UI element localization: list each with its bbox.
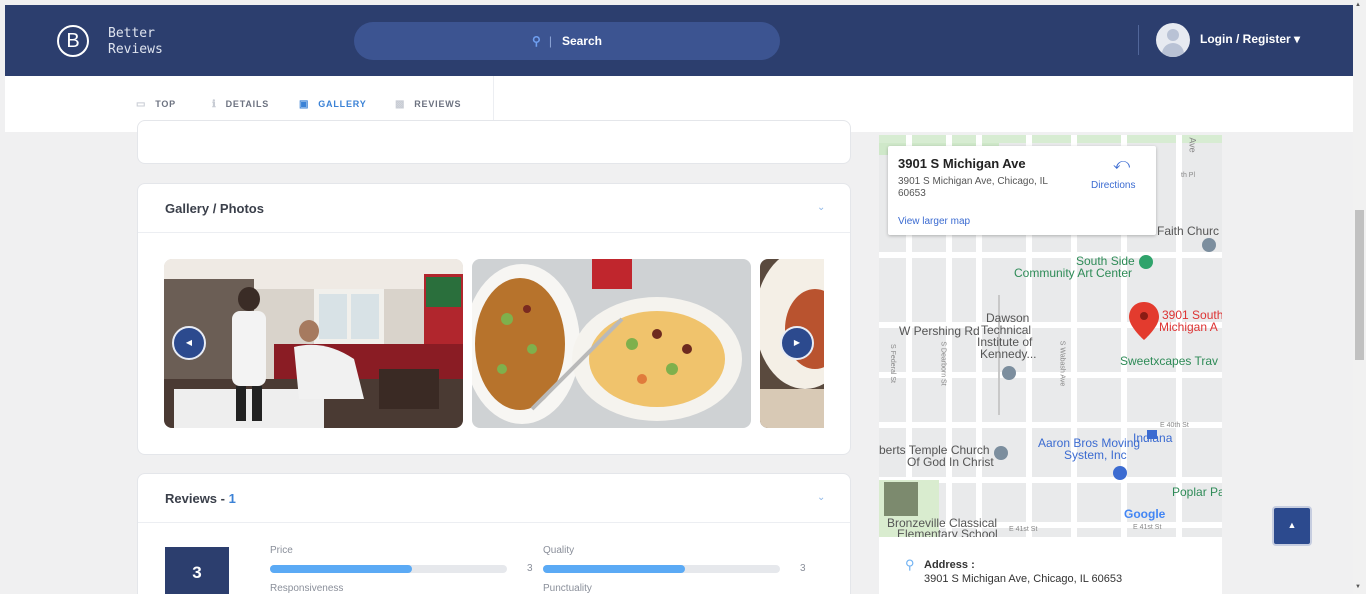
location-map[interactable]: Faith Churc South Side Community Art Cen… [879,135,1222,537]
address-panel: ⚲ Address : 3901 S Michigan Ave, Chicago… [879,537,1222,594]
gallery-prev-button[interactable]: ◀ [172,326,206,360]
map-label-bronze-2: Elementary School [897,527,998,537]
map-place-card: 3901 S Michigan Ave 3901 S Michigan Ave,… [888,146,1156,235]
chat-icon: ▩ [395,98,406,110]
address-label: Address : [924,559,975,571]
photo-restaurant-image [164,259,463,428]
chevron-down-icon[interactable]: ⌄ [817,492,825,503]
gallery-photo-partial[interactable]: ▶ [760,259,824,428]
map-label-poplar: Poplar Pa [1172,485,1222,499]
gallery-photo-restaurant-interior[interactable]: ◀ [164,259,463,428]
criteria-quality-bar [543,565,780,573]
map-label-e40: E 40th St [1160,422,1189,429]
reviews-card: Reviews - 1 ⌄ [137,473,851,594]
map-place-title: 3901 S Michigan Ave [898,156,1026,171]
criteria-quality-label: Quality [543,545,575,556]
reviews-title: Reviews - 1 [165,491,236,506]
user-avatar[interactable] [1156,23,1190,57]
search-label: Search [561,34,602,48]
search-separator: | [548,34,552,48]
google-logo[interactable]: Google [1124,508,1165,520]
map-label-aaron-2: System, Inc [1064,448,1127,462]
info-icon: ℹ [212,98,217,110]
logo-text[interactable]: Better Reviews [108,26,163,58]
scroll-up-arrow-icon[interactable]: ▲ [1355,2,1361,8]
map-label-ave: Ave [1187,137,1198,153]
criteria-price-label: Price [270,545,293,556]
map-label-dearborn: S Dearborn St [939,341,947,386]
map-place-address: 3901 S Michigan Ave, Chicago, IL 60653 [898,176,1048,199]
avatar-head-icon [1167,29,1179,41]
address-value: 3901 S Michigan Ave, Chicago, IL 60653 [924,573,1123,585]
reviews-title-text: Reviews - [165,491,229,506]
directions-link[interactable]: Directions [1091,180,1135,191]
search-bar[interactable]: ⚲ | Search [354,22,780,60]
map-label-thpl: th Pl [1181,172,1196,179]
reviews-count: 1 [228,491,236,506]
criteria-punctuality-label: Punctuality [543,583,592,594]
tab-reviews-label: REVIEWS [414,99,462,109]
criteria-price-value: 3 [527,563,533,574]
tag-icon: ▭ [136,98,147,110]
tab-details-label: DETAILS [225,99,270,109]
map-label-e41a: E 41st St [1009,526,1038,533]
chevron-down-icon[interactable]: ⌄ [817,202,825,213]
map-label-federal: S Federal St [888,344,896,383]
top-header: B Better Reviews ⚲ | Search Login / Regi… [5,5,1353,76]
login-register-menu[interactable]: Login / Register ▾ [1200,32,1300,46]
map-label-pin-2: Michigan A [1159,320,1218,334]
logo-icon[interactable]: B [57,25,89,57]
gallery-next-button[interactable]: ▶ [780,326,814,360]
image-icon: ▣ [299,98,310,110]
card-divider [138,522,850,523]
map-label-sweetxcapes: Sweetxcapes Trav [1120,354,1219,368]
previous-section-card [137,120,851,164]
tab-top-label: TOP [155,99,176,109]
card-divider [138,232,850,233]
scroll-down-arrow-icon[interactable]: ▼ [1355,584,1361,590]
criteria-quality-fill [543,565,686,573]
search-icon: ⚲ [532,34,541,48]
scrollbar-thumb[interactable] [1355,210,1364,360]
logo-line-1: Better [108,26,155,41]
map-label-dawson-4: Kennedy... [980,347,1037,361]
photo-food-image [472,259,751,428]
back-to-top-button[interactable]: ▲ [1272,506,1312,546]
gallery-photo-food-dishes[interactable] [472,259,751,428]
view-larger-map-link[interactable]: View larger map [898,216,970,227]
avatar-body-icon [1162,43,1184,57]
map-label-south-side-2: Community Art Center [1014,266,1133,280]
criteria-price-fill [270,565,413,573]
location-pin-icon: ⚲ [905,557,915,572]
criteria-quality-value: 3 [800,563,806,574]
directions-icon[interactable]: ⤺ [1113,156,1130,174]
criteria-responsiveness-label: Responsiveness [270,583,344,594]
map-label-faith: Faith Churc [1157,224,1220,238]
criteria-price-bar [270,565,507,573]
overall-score-badge: 3 [165,547,229,594]
map-label-pershing: W Pershing Rd [899,324,980,338]
map-label-e41b: E 41st St [1133,524,1162,531]
logo-line-2: Reviews [108,42,163,57]
tab-gallery-label: GALLERY [318,99,367,109]
gallery-title: Gallery / Photos [165,201,264,216]
map-label-wabash: S Wabash Ave [1058,340,1066,387]
header-divider [1138,25,1139,55]
map-label-temple-2: Of God In Christ [907,455,994,469]
